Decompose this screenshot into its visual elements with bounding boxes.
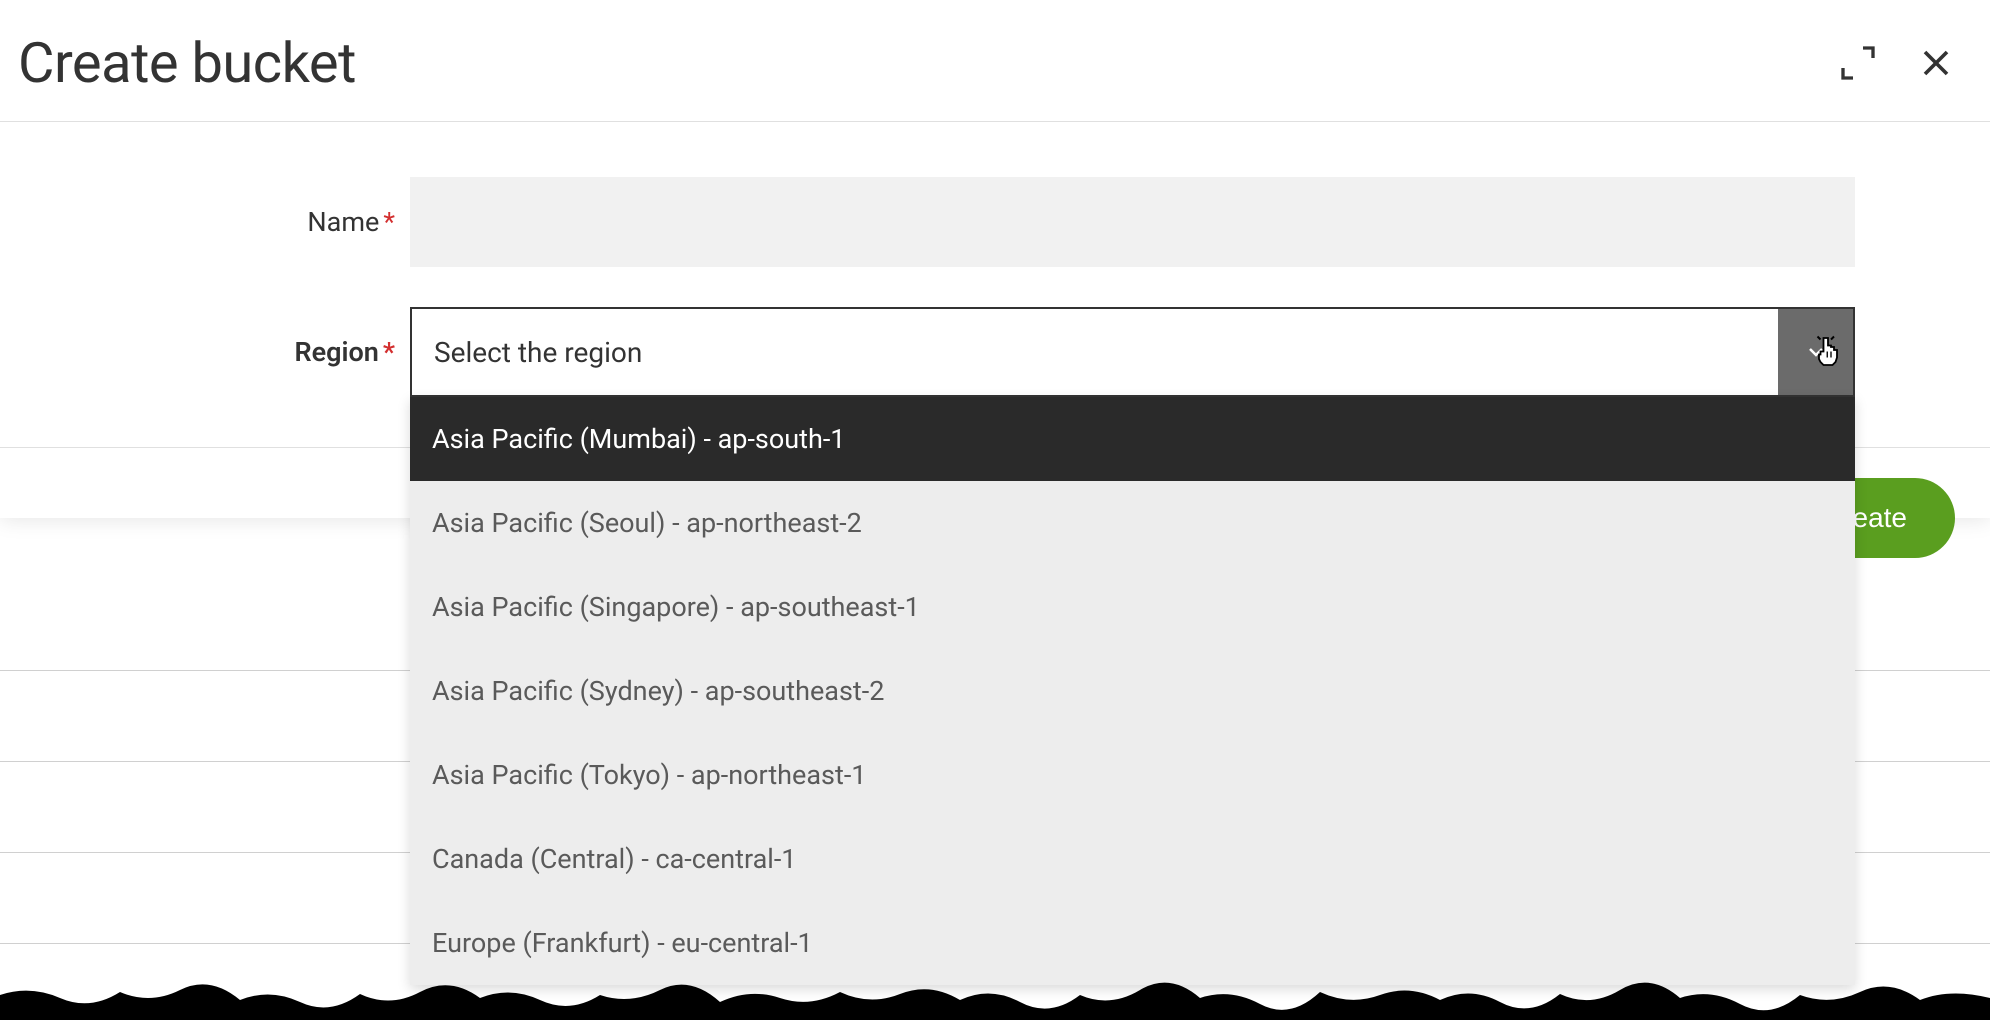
- region-select-wrap: Select the region Asia Pacific (Mumbai) …: [410, 307, 1855, 397]
- name-label-text: Name: [307, 206, 379, 238]
- region-option[interactable]: Asia Pacific (Seoul) - ap-northeast-2: [410, 481, 1855, 565]
- modal-title: Create bucket: [18, 30, 356, 96]
- region-dropdown: Asia Pacific (Mumbai) - ap-south-1Asia P…: [410, 397, 1855, 985]
- expand-button[interactable]: [1834, 39, 1882, 87]
- create-bucket-modal: Create bucket Name*: [0, 0, 1990, 518]
- required-indicator: *: [383, 336, 395, 368]
- close-icon: [1914, 41, 1958, 85]
- region-option[interactable]: Canada (Central) - ca-central-1: [410, 817, 1855, 901]
- region-option[interactable]: Asia Pacific (Sydney) - ap-southeast-2: [410, 649, 1855, 733]
- name-field-row: Name*: [135, 177, 1855, 267]
- expand-icon: [1838, 43, 1878, 83]
- region-label-text: Region: [294, 336, 378, 368]
- required-indicator: *: [383, 206, 395, 238]
- region-select[interactable]: Select the region: [410, 307, 1855, 397]
- header-actions: [1834, 39, 1960, 87]
- close-button[interactable]: [1912, 39, 1960, 87]
- name-input[interactable]: [410, 177, 1855, 267]
- name-label: Name*: [135, 206, 410, 238]
- region-option[interactable]: Europe (Frankfurt) - eu-central-1: [410, 901, 1855, 985]
- region-option[interactable]: Asia Pacific (Singapore) - ap-southeast-…: [410, 565, 1855, 649]
- region-select-chevron-button[interactable]: [1778, 309, 1853, 395]
- name-input-wrap: [410, 177, 1855, 267]
- chevron-down-icon: [1804, 340, 1828, 364]
- region-select-placeholder: Select the region: [412, 336, 1778, 369]
- region-option[interactable]: Asia Pacific (Tokyo) - ap-northeast-1: [410, 733, 1855, 817]
- region-option[interactable]: Asia Pacific (Mumbai) - ap-south-1: [410, 397, 1855, 481]
- torn-edge-decoration: [0, 980, 1990, 1020]
- region-label: Region*: [135, 336, 410, 368]
- region-field-row: Region* Select the region Asia Pacific (…: [135, 307, 1855, 397]
- modal-header: Create bucket: [0, 0, 1990, 122]
- form-section: Name* Region* Select the region: [0, 122, 1990, 448]
